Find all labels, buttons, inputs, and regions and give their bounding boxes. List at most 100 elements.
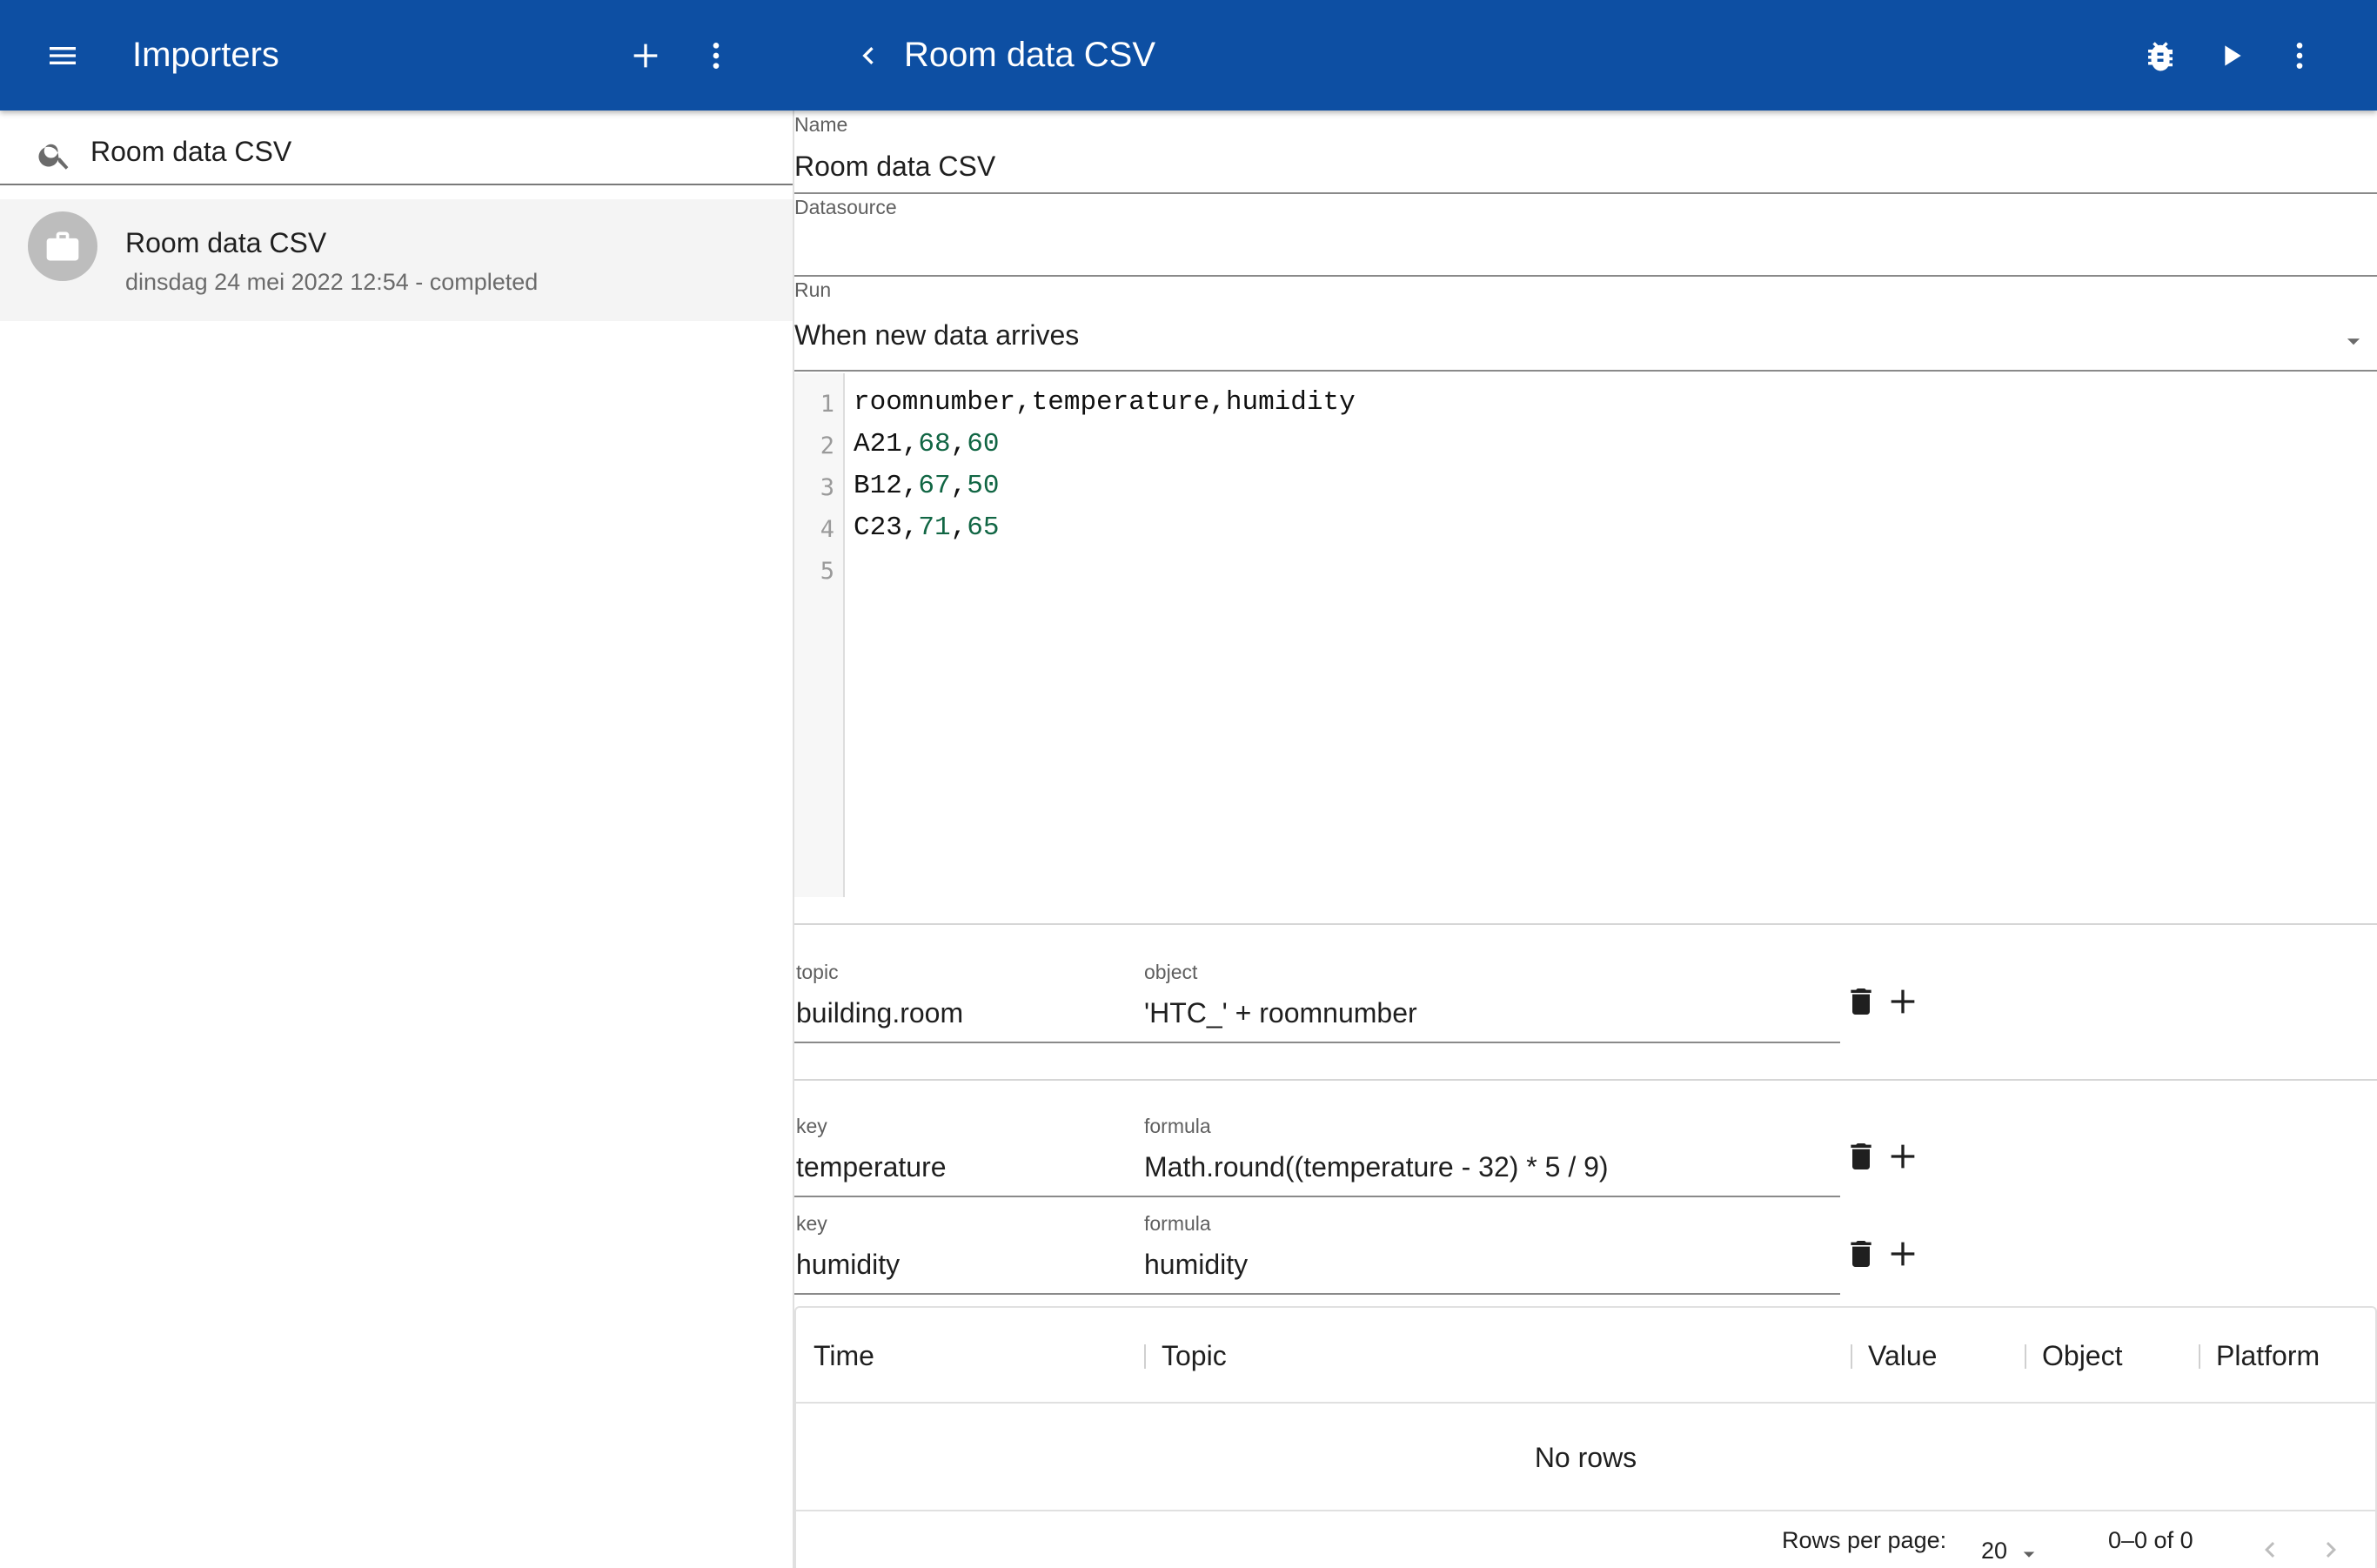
csv-temperature: 71 [918, 513, 951, 543]
column-header-time[interactable]: Time [814, 1308, 874, 1404]
object-field[interactable]: 'HTC_' + roomnumber [1144, 997, 1417, 1029]
csv-comma: , [901, 429, 919, 459]
column-header-object[interactable]: Object [2042, 1308, 2122, 1404]
csv-humidity: 50 [967, 471, 1000, 501]
list-item-title: Room data CSV [125, 227, 327, 258]
name-field[interactable]: Room data CSV [794, 151, 995, 183]
csv-room: B12 [854, 471, 902, 501]
briefcase-icon [46, 231, 79, 261]
delete-mapping-button[interactable] [1840, 1136, 1882, 1177]
column-header-value[interactable]: Value [1868, 1308, 1937, 1404]
csv-comma: , [901, 513, 919, 543]
empty-table-message: No rows [796, 1404, 2375, 1511]
line-number: 5 [820, 558, 834, 585]
key-label: key [796, 1115, 827, 1137]
line-number: 1 [820, 391, 834, 418]
run-select-value: When new data arrives [794, 319, 1080, 351]
delete-icon [1851, 1241, 1871, 1267]
name-label: Name [794, 113, 848, 136]
formula-label: formula [1144, 1115, 1211, 1137]
run-button[interactable] [2194, 19, 2267, 92]
column-separator[interactable] [1144, 1344, 1146, 1369]
topic-label: topic [796, 961, 839, 983]
table-header: Time Topic Value Object Platform [796, 1308, 2375, 1404]
delete-topic-button[interactable] [1840, 981, 1882, 1022]
avatar [28, 211, 97, 281]
formula-field[interactable]: Math.round((temperature - 32) * 5 / 9) [1144, 1151, 1609, 1183]
csv-code-editor[interactable]: 1 2 3 4 5 roomnumber,temperature,humidit… [794, 373, 2377, 897]
csv-temperature: 67 [918, 471, 951, 501]
formula-field[interactable]: humidity [1144, 1249, 1248, 1281]
csv-temperature: 68 [918, 429, 951, 459]
datasource-underline [794, 275, 2377, 277]
mapping-underline [794, 1293, 1840, 1295]
plus-icon [1891, 1144, 1915, 1169]
chevron-right-icon [2326, 1542, 2336, 1558]
formula-label: formula [1144, 1212, 1211, 1235]
list-item-subtitle: dinsdag 24 mei 2022 12:54 - completed [125, 269, 539, 295]
delete-mapping-button[interactable] [1840, 1233, 1882, 1275]
csv-comma: , [950, 513, 968, 543]
topic-field[interactable]: building.room [796, 997, 963, 1029]
rows-per-page-label: Rows per page: [1782, 1527, 1947, 1553]
column-separator[interactable] [2025, 1344, 2026, 1369]
menu-icon [50, 47, 76, 64]
play-icon [2225, 45, 2241, 66]
column-header-topic[interactable]: Topic [1162, 1308, 1227, 1404]
add-importer-button[interactable] [609, 19, 682, 92]
line-number-gutter: 1 2 3 4 5 [794, 373, 845, 897]
csv-humidity: 65 [967, 513, 1000, 543]
csv-room: C23 [854, 513, 902, 543]
importers-title: Importers [132, 36, 279, 74]
csv-room: A21 [854, 429, 902, 459]
plus-icon [633, 44, 658, 68]
pagination-range: 0–0 of 0 [2108, 1527, 2193, 1553]
add-mapping-button[interactable] [1882, 1233, 1924, 1275]
name-underline [794, 192, 2377, 194]
topic-underline [794, 1042, 1840, 1043]
section-divider [794, 1079, 2377, 1081]
chevron-left-icon [862, 47, 874, 64]
add-mapping-button[interactable] [1882, 1136, 1924, 1177]
detail-title: Room data CSV [904, 36, 1156, 74]
list-item[interactable]: Room data CSV dinsdag 24 mei 2022 12:54 … [0, 199, 793, 321]
dropdown-arrow-icon [2347, 338, 2360, 345]
back-button[interactable] [832, 19, 905, 92]
next-page-button[interactable] [2310, 1531, 2352, 1568]
line-number: 2 [820, 432, 834, 459]
rows-per-page-select[interactable]: 20 [1981, 1527, 2051, 1565]
more-vert-icon [2296, 43, 2303, 69]
previous-page-button[interactable] [2249, 1531, 2291, 1568]
detail-more-button[interactable] [2263, 19, 2336, 92]
code-line: B12,67,50 [854, 471, 999, 501]
column-separator[interactable] [1851, 1344, 1852, 1369]
search-icon [38, 144, 69, 170]
line-number: 3 [820, 474, 834, 501]
bug-icon [2148, 42, 2173, 71]
section-divider [794, 923, 2377, 925]
add-topic-button[interactable] [1882, 981, 1924, 1022]
csv-comma: , [950, 429, 968, 459]
csv-comma: , [950, 471, 968, 501]
search-input[interactable] [90, 130, 769, 173]
more-vert-icon [713, 43, 720, 69]
key-field[interactable]: humidity [796, 1249, 900, 1281]
menu-button[interactable] [26, 19, 99, 92]
datasource-field[interactable] [794, 232, 2377, 267]
object-label: object [1144, 961, 1198, 983]
key-field[interactable]: temperature [796, 1151, 947, 1183]
column-separator[interactable] [2199, 1344, 2200, 1369]
rows-per-page-value: 20 [1981, 1538, 2008, 1564]
code-line: A21,68,60 [854, 429, 999, 459]
debug-button[interactable] [2124, 19, 2197, 92]
run-select[interactable]: When new data arrives [794, 319, 2377, 368]
column-header-platform[interactable]: Platform [2216, 1308, 2320, 1404]
code-line-header: roomnumber,temperature,humidity [854, 387, 1356, 418]
app-bar: Importers Room data CSV [0, 0, 2377, 111]
datasource-label: Datasource [794, 196, 897, 218]
delete-icon [1851, 1143, 1871, 1169]
list-more-button[interactable] [680, 19, 753, 92]
plus-icon [1891, 989, 1915, 1014]
mapping-underline [794, 1196, 1840, 1197]
delete-icon [1851, 988, 1871, 1015]
